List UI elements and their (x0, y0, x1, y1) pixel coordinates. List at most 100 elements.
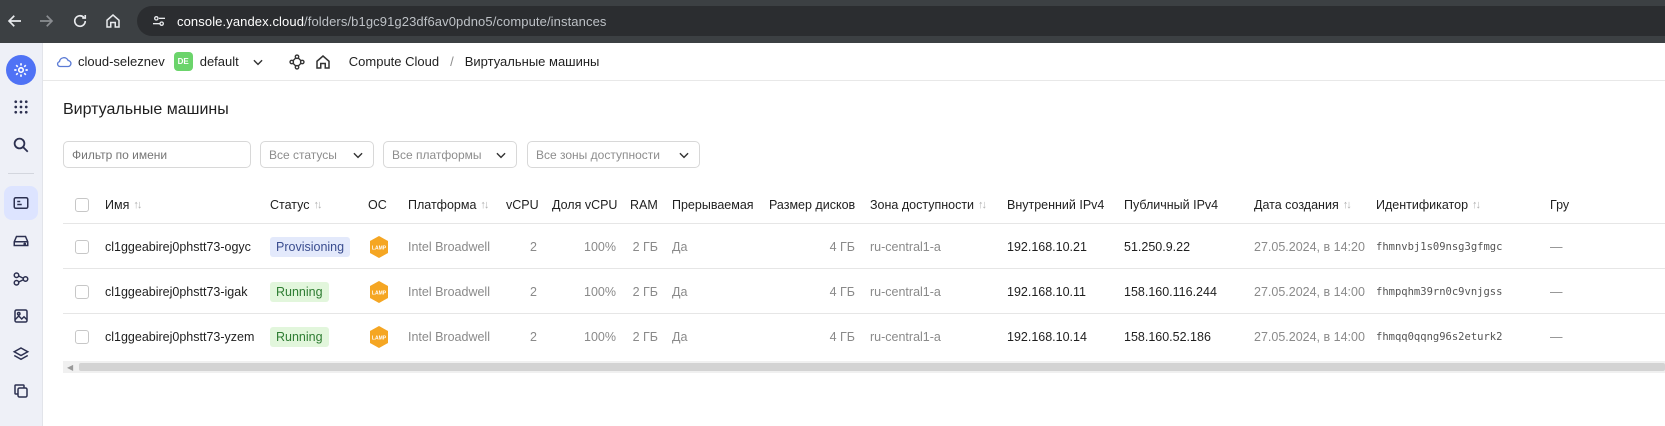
page-title: Виртуальные машины (63, 101, 229, 118)
group-cell: — (1550, 329, 1563, 344)
public-ip-cell: 158.160.116.244 (1124, 284, 1217, 299)
zone-cell: ru-central1-a (870, 284, 941, 299)
column-header-label: Размер дисков (769, 198, 856, 212)
lamp-icon: LAMP (368, 224, 390, 269)
column-header-label: Платформа (408, 198, 477, 212)
breadcrumb-separator: / (450, 54, 454, 69)
scrollbar-thumb[interactable] (79, 363, 1665, 371)
column-header-created[interactable]: Дата создания ↑↓ (1254, 188, 1352, 222)
back-arrow-icon[interactable] (0, 6, 30, 36)
ram-cell: 2 ГБ (632, 239, 658, 254)
forward-arrow-icon[interactable] (31, 6, 61, 36)
column-header-vcpu: vCPU (506, 188, 539, 222)
instance-id-cell: fhmqq0qqng96s2eturk2 (1376, 330, 1503, 343)
vcpu-cell: 2 (530, 329, 537, 344)
chevron-down-icon (494, 148, 508, 162)
column-header-platform[interactable]: Платформа ↑↓ (408, 188, 489, 222)
apps-grid-icon[interactable] (4, 90, 38, 124)
column-header-label: vCPU (506, 198, 539, 212)
column-header-zone[interactable]: Зона доступности ↑↓ (870, 188, 987, 222)
rail-divider (8, 173, 34, 174)
internal-ip-cell: 192.168.10.11 (1007, 284, 1087, 299)
select-all-checkbox[interactable] (75, 188, 89, 222)
disk-size-cell: 4 ГБ (829, 284, 855, 299)
column-header-status[interactable]: Статус ↑↓ (270, 188, 323, 222)
layers-icon[interactable] (4, 337, 38, 371)
status-badge: Provisioning (270, 236, 351, 257)
browser-toolbar: console.yandex.cloud/folders/b1gc91g23df… (0, 0, 1665, 43)
status-filter-select[interactable]: Все статусы (260, 141, 374, 168)
disk-size-cell: 4 ГБ (829, 239, 855, 254)
sort-icon[interactable]: ↑↓ (1472, 199, 1481, 211)
svg-text:LAMP: LAMP (372, 245, 387, 251)
column-header-id[interactable]: Идентификатор ↑↓ (1376, 188, 1481, 222)
sort-icon[interactable]: ↑↓ (314, 199, 323, 211)
home-icon[interactable] (98, 6, 128, 36)
ram-cell: 2 ГБ (632, 284, 658, 299)
copy-icon[interactable] (4, 374, 38, 408)
horizontal-scrollbar[interactable]: ◀ (63, 361, 1665, 373)
instance-name-link[interactable]: cl1ggeabirej0phstt73-yzem (105, 314, 254, 359)
row-checkbox[interactable] (75, 269, 89, 314)
preemptible-cell: Да (672, 239, 688, 254)
instance-name-link[interactable]: cl1ggeabirej0phstt73-igak (105, 269, 247, 314)
chevron-down-icon (677, 148, 691, 162)
created-cell: 27.05.2024, в 14:20 (1254, 239, 1365, 254)
instance-name-link[interactable]: cl1ggeabirej0phstt73-ogyc (105, 224, 251, 269)
vcpu-cell: 2 (530, 284, 537, 299)
svg-text:LAMP: LAMP (372, 335, 387, 341)
tree-nodes-icon[interactable] (288, 53, 306, 71)
storage-icon[interactable] (4, 224, 38, 258)
table-row[interactable]: cl1ggeabirej0phstt73-yzem Running LAMP I… (63, 313, 1665, 358)
column-header-label: Имя (105, 198, 130, 212)
search-icon[interactable] (4, 128, 38, 162)
column-header-os: ОС (368, 188, 387, 222)
home-icon[interactable] (314, 53, 332, 71)
internal-ip-cell: 192.168.10.14 (1007, 329, 1087, 344)
row-checkbox[interactable] (75, 314, 89, 359)
table-row[interactable]: cl1ggeabirej0phstt73-ogyc Provisioning L… (63, 223, 1665, 268)
table-row[interactable]: cl1ggeabirej0phstt73-igak Running LAMP I… (63, 268, 1665, 313)
sort-icon[interactable]: ↑↓ (480, 199, 489, 211)
breadcrumb-compute-cloud[interactable]: Compute Cloud (349, 54, 439, 69)
column-header-ram: RAM (630, 188, 658, 222)
left-navigation-rail (0, 43, 43, 426)
url-path: /folders/b1gc91g23df6av0pdno5/compute/in… (304, 13, 607, 29)
zone-cell: ru-central1-a (870, 239, 941, 254)
column-header-vcpu-share: Доля vCPU (552, 188, 617, 222)
column-header-label: Дата создания (1254, 198, 1339, 212)
platform-cell: Intel Broadwell (408, 329, 490, 344)
status-filter-value: Все статусы (269, 147, 337, 162)
instance-id-cell: fhmpqhm39rn0c9vnjgss (1376, 285, 1503, 298)
cloud-selector[interactable]: cloud-seleznev (78, 54, 165, 69)
top-header: cloud-seleznev DE default Compute Cloud … (43, 43, 1665, 81)
name-filter-input[interactable] (63, 141, 251, 168)
platform-cell: Intel Broadwell (408, 284, 490, 299)
address-bar[interactable]: console.yandex.cloud/folders/b1gc91g23df… (137, 6, 1665, 36)
sort-icon[interactable]: ↑↓ (978, 199, 987, 211)
chevron-down-icon[interactable] (251, 55, 265, 69)
scroll-left-icon[interactable]: ◀ (67, 363, 73, 372)
image-icon[interactable] (4, 299, 38, 333)
platform-filter-select[interactable]: Все платформы (383, 141, 517, 168)
ram-cell: 2 ГБ (632, 329, 658, 344)
vcpu-share-cell: 100% (584, 284, 616, 299)
settings-gear-icon[interactable] (6, 55, 36, 85)
site-settings-icon[interactable] (149, 11, 169, 31)
status-cell: Running (270, 269, 329, 314)
svg-text:LAMP: LAMP (372, 290, 387, 296)
zone-filter-select[interactable]: Все зоны доступности (527, 141, 700, 168)
row-checkbox[interactable] (75, 224, 89, 269)
vcpu-cell: 2 (530, 239, 537, 254)
server-icon[interactable] (4, 186, 38, 220)
status-cell: Running (270, 314, 329, 359)
sort-icon[interactable]: ↑↓ (1343, 199, 1352, 211)
internal-ip-cell: 192.168.10.21 (1007, 239, 1087, 254)
column-header-label: RAM (630, 198, 658, 212)
network-icon[interactable] (4, 262, 38, 296)
reload-icon[interactable] (65, 6, 95, 36)
column-header-name[interactable]: Имя ↑↓ (105, 188, 142, 222)
vcpu-share-cell: 100% (584, 329, 616, 344)
folder-selector[interactable]: default (200, 54, 239, 69)
sort-icon[interactable]: ↑↓ (133, 199, 142, 211)
